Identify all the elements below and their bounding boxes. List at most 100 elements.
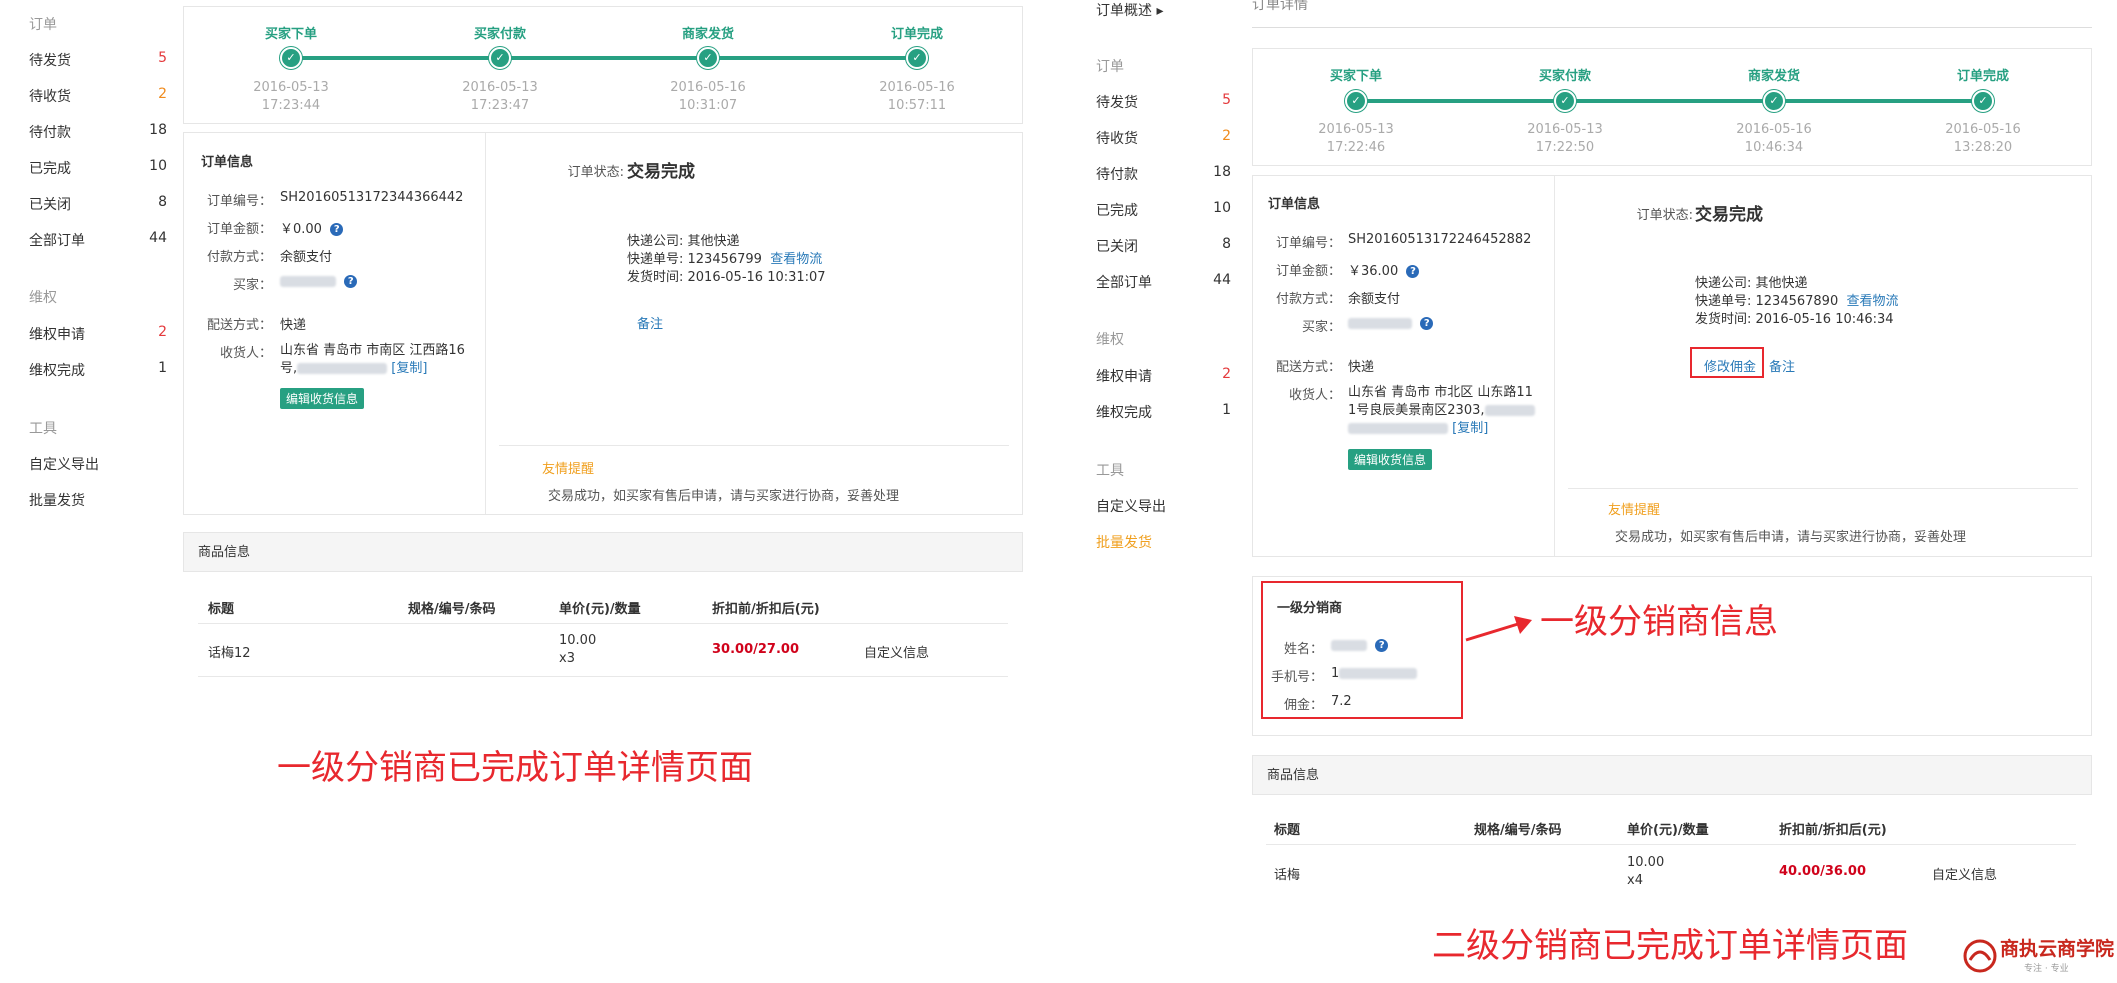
- order-detail-panel: 订单信息 订单编号： SH20160513172344366442 订单金额： …: [183, 132, 1023, 515]
- count-badge: 1: [1222, 402, 1231, 418]
- step-time: 2016-05-13 17:22:50: [1527, 122, 1603, 155]
- sidebar-item-batch-ship[interactable]: 批量发货: [29, 490, 167, 510]
- sidebar-item-closed[interactable]: 已关闭 8: [29, 194, 167, 214]
- remark-link[interactable]: 备注: [637, 313, 663, 332]
- step-time: 2016-05-16 10:46:34: [1736, 122, 1812, 155]
- check-icon: ✓: [906, 47, 928, 69]
- shipping-method: 快递: [1348, 360, 1375, 375]
- edit-receiver-button[interactable]: 编辑收货信息: [280, 388, 365, 409]
- edit-receiver-button[interactable]: 编辑收货信息: [1348, 449, 1433, 470]
- hint-title: 友情提醒: [1608, 503, 1661, 518]
- custom-info-link[interactable]: 自定义信息: [1932, 864, 1997, 883]
- ship-time: 发货时间: 2016-05-16 10:46:34: [1695, 312, 1894, 327]
- payment-method: 余额支付: [280, 250, 333, 265]
- buyer-name: ?: [1348, 316, 1434, 331]
- left-caption: 一级分销商已完成订单详情页面: [277, 748, 753, 788]
- ship-time: 发货时间: 2016-05-16 10:31:07: [627, 270, 826, 285]
- sidebar-item-pending-pay[interactable]: 待付款 18: [29, 122, 167, 142]
- hint-title: 友情提醒: [542, 462, 595, 477]
- overview-link[interactable]: 订单概述 ▸: [1096, 0, 1163, 20]
- count-badge: 2: [158, 324, 167, 340]
- count-badge: 44: [1213, 272, 1231, 288]
- check-icon: ✓: [280, 47, 302, 69]
- sidebar-item-custom-export[interactable]: 自定义导出: [29, 454, 167, 474]
- custom-info-link[interactable]: 自定义信息: [864, 642, 929, 661]
- help-icon[interactable]: ?: [344, 275, 358, 288]
- help-icon[interactable]: ?: [330, 223, 344, 236]
- sidebar-section-rights: 维权: [29, 290, 57, 306]
- right-caption: 二级分销商已完成订单详情页面: [1432, 926, 1908, 966]
- sidebar-section-rights: 维权: [1096, 332, 1124, 348]
- column-price: 折扣前/折扣后(元): [1779, 823, 1887, 838]
- receiver-address: 山东省 青岛市 市北区 山东路11 1号良辰美景南区2303, [复制]: [1348, 385, 1535, 436]
- step-time: 2016-05-16 10:31:07: [670, 80, 746, 113]
- step-time: 2016-05-13 17:23:47: [462, 80, 538, 113]
- order-amount: ￥36.00 ?: [1348, 260, 1420, 279]
- step-time: 2016-05-16 10:57:11: [879, 80, 955, 113]
- count-badge: 44: [149, 230, 167, 246]
- count-badge: 8: [1222, 236, 1231, 252]
- sidebar-section-tools: 工具: [1096, 463, 1124, 479]
- check-icon: ✓: [697, 47, 719, 69]
- check-icon: ✓: [1972, 90, 1994, 112]
- sidebar-section-tools: 工具: [29, 421, 57, 437]
- timeline-line: [1357, 99, 1985, 103]
- step-label: 买家付款: [473, 27, 526, 42]
- express-company: 快递公司: 其他快递: [1695, 276, 1808, 291]
- sidebar-item-custom-export[interactable]: 自定义导出: [1096, 496, 1231, 516]
- step-label: 买家下单: [264, 27, 317, 42]
- caret-right-icon: ▸: [1156, 3, 1164, 19]
- sidebar-item-pending-ship[interactable]: 待发货 5: [1096, 92, 1231, 112]
- column-unit-qty: 单价(元)/数量: [1627, 823, 1709, 838]
- copy-link[interactable]: [复制]: [1452, 421, 1488, 436]
- step-label: 订单完成: [1956, 69, 2009, 84]
- sidebar-item-all-orders[interactable]: 全部订单 44: [29, 230, 167, 250]
- order-info-title: 订单信息: [201, 155, 254, 170]
- order-status: 交易完成: [1695, 205, 1763, 225]
- sidebar-item-rights-done[interactable]: 维权完成 1: [29, 360, 167, 380]
- count-badge: 2: [158, 86, 167, 102]
- receiver-address: 山东省 青岛市 市南区 江西路16 号, [复制]: [280, 343, 465, 376]
- hint-text: 交易成功，如买家有售后申请，请与买家进行协商，妥善处理: [1615, 530, 1967, 545]
- logo-icon: [1963, 939, 1997, 973]
- express-number: 快递单号: 123456799 查看物流: [627, 252, 823, 267]
- sidebar-item-pending-receive[interactable]: 待收货 2: [29, 86, 167, 106]
- sidebar-item-completed[interactable]: 已完成 10: [1096, 200, 1231, 220]
- sidebar-item-completed[interactable]: 已完成 10: [29, 158, 167, 178]
- remark-link[interactable]: 备注: [1769, 356, 1795, 375]
- step-time: 2016-05-13 17:23:44: [253, 80, 329, 113]
- sidebar-item-pending-ship[interactable]: 待发货 5: [29, 50, 167, 70]
- copy-link[interactable]: [复制]: [391, 361, 427, 376]
- sidebar-item-rights-done[interactable]: 维权完成 1: [1096, 402, 1231, 422]
- payment-method: 余额支付: [1348, 292, 1401, 307]
- track-shipment-link[interactable]: 查看物流: [770, 252, 822, 267]
- sidebar-item-rights-apply[interactable]: 维权申请 2: [1096, 366, 1231, 386]
- shipping-method: 快递: [280, 318, 307, 333]
- sidebar-item-batch-ship[interactable]: 批量发货: [1096, 532, 1231, 552]
- distributor-annotation: 一级分销商信息: [1540, 602, 1778, 642]
- count-badge: 18: [149, 122, 167, 138]
- product-section-header: 商品信息: [183, 532, 1023, 572]
- sidebar-item-closed[interactable]: 已关闭 8: [1096, 236, 1231, 256]
- sidebar-item-pending-receive[interactable]: 待收货 2: [1096, 128, 1231, 148]
- highlight-box: [1261, 581, 1463, 719]
- timeline-line: [291, 56, 919, 60]
- product-section-header: 商品信息: [1252, 755, 2092, 795]
- column-spec: 规格/编号/条码: [408, 602, 496, 617]
- sidebar-item-rights-apply[interactable]: 维权申请 2: [29, 324, 167, 344]
- arrow-icon: [1465, 616, 1532, 642]
- step-label: 商家发货: [681, 27, 734, 42]
- order-number: SH20160513172246452882: [1348, 232, 1532, 247]
- check-icon: ✓: [1345, 90, 1367, 112]
- highlight-box: [1690, 347, 1764, 378]
- track-shipment-link[interactable]: 查看物流: [1847, 294, 1899, 309]
- sidebar-item-pending-pay[interactable]: 待付款 18: [1096, 164, 1231, 184]
- help-icon[interactable]: ?: [1420, 317, 1434, 330]
- help-icon[interactable]: ?: [1406, 265, 1420, 278]
- page-title: 订单详情: [1252, 0, 1308, 13]
- count-badge: 10: [149, 158, 167, 174]
- column-unit-qty: 单价(元)/数量: [559, 602, 641, 617]
- sidebar-item-all-orders[interactable]: 全部订单 44: [1096, 272, 1231, 292]
- order-detail-panel: 订单信息 订单编号： SH20160513172246452882 订单金额： …: [1252, 175, 2092, 557]
- express-company: 快递公司: 其他快递: [627, 234, 740, 249]
